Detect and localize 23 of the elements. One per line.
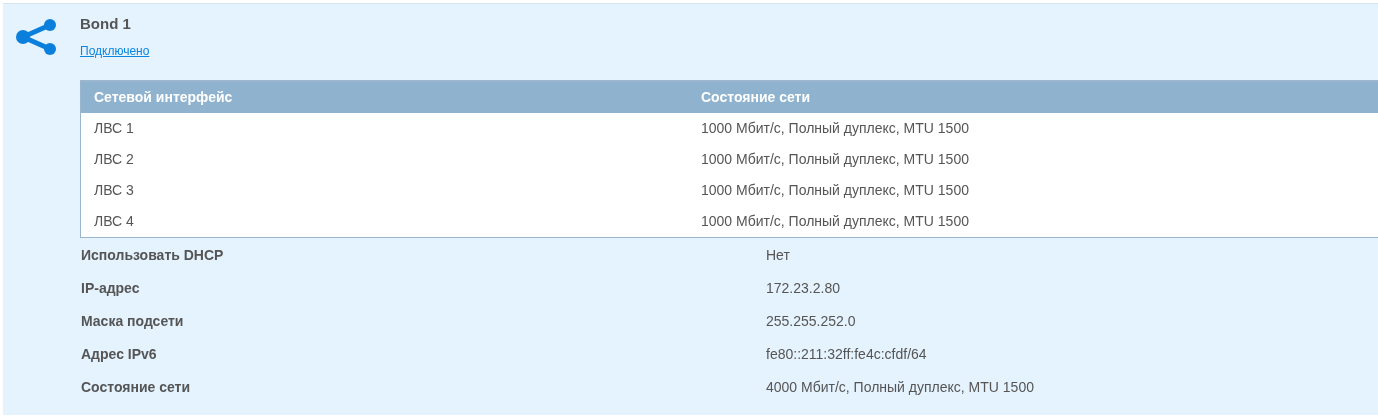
table-cell-text: 1000 Мбит/с, Полный дуплекс, MTU 1500	[701, 181, 970, 200]
property-value: 255.255.252.0	[766, 312, 856, 331]
table-cell-text: ЛВС 3	[93, 181, 135, 200]
property-label: Использовать DHCP	[80, 246, 225, 265]
table-cell-text: ЛВС 1	[93, 119, 135, 138]
table-cell-text: 1000 Мбит/с, Полный дуплекс, MTU 1500	[701, 150, 970, 169]
property-label: Адрес IPv6	[80, 345, 158, 364]
table-cell-text: ЛВС 2	[93, 150, 135, 169]
table-cell-text: ЛВС 4	[93, 212, 135, 231]
table-cell-text: 1000 Мбит/с, Полный дуплекс, MTU 1500	[701, 212, 970, 231]
share-icon	[15, 18, 59, 56]
property-value: fe80::211:32ff:fe4c:cfdf/64	[766, 345, 927, 364]
property-label: Маска подсети	[80, 312, 185, 331]
interface-title: Bond 1	[80, 15, 132, 33]
column-header: Сетевой интерфейс	[93, 88, 234, 107]
property-label: IP-адрес	[80, 279, 141, 298]
property-value: 4000 Мбит/с, Полный дуплекс, MTU 1500	[766, 378, 1034, 397]
column-header: Состояние сети	[701, 88, 812, 107]
status-link[interactable]: Подключено	[80, 42, 150, 60]
table-cell-text: 1000 Мбит/с, Полный дуплекс, MTU 1500	[701, 119, 970, 138]
property-value: 172.23.2.80	[766, 279, 840, 298]
property-value: Нет	[766, 246, 790, 265]
property-label: Состояние сети	[80, 378, 192, 397]
